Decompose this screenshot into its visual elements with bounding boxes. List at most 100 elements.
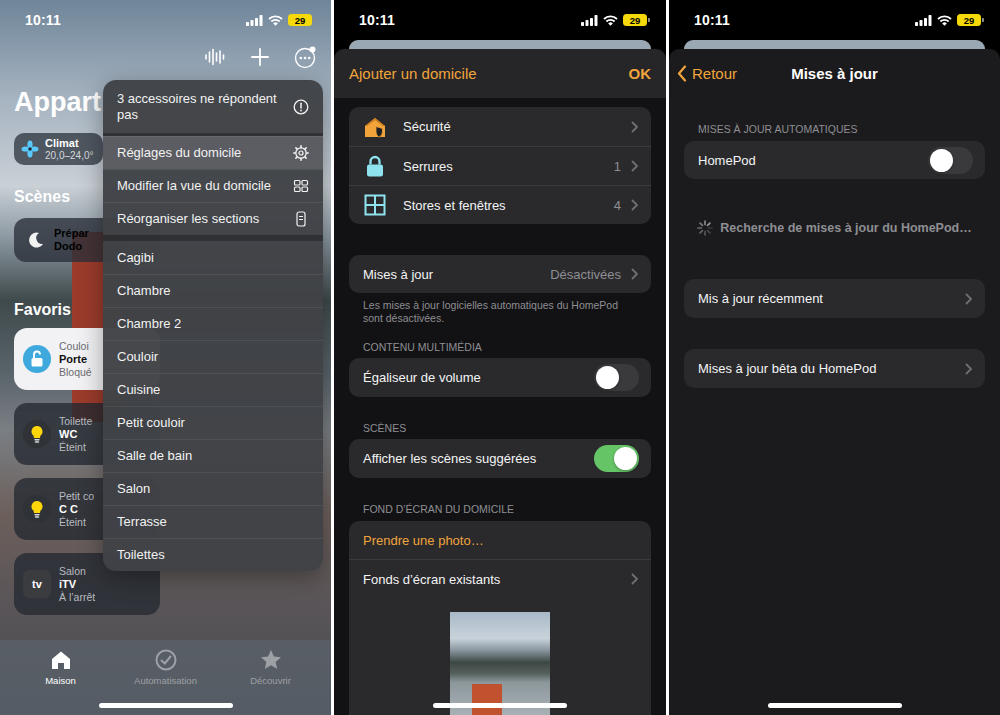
- room-menu-item[interactable]: Salle de bain: [103, 439, 323, 472]
- updates-label: Mises à jour: [363, 267, 540, 282]
- link-label: Mises à jour bêta du HomePod: [698, 361, 955, 376]
- tv-badge: tv: [32, 578, 42, 590]
- category-count: 4: [614, 198, 621, 213]
- more-icon: [294, 46, 317, 69]
- room-label: Chambre: [117, 283, 170, 299]
- category-row[interactable]: Stores et fenêtres4: [349, 185, 651, 224]
- scene-title: Prépar: [54, 227, 89, 240]
- favorite-room: Petit co: [59, 490, 94, 503]
- category-list: Sécurité Serrures1Stores et fenêtres4: [349, 107, 651, 224]
- take-photo-link: Prendre une photo…: [363, 533, 639, 548]
- home-indicator: [99, 703, 233, 708]
- room-menu-item[interactable]: Chambre 2: [103, 307, 323, 340]
- tab[interactable]: Découvrir: [221, 648, 321, 715]
- scene-subtitle: Dodo: [54, 240, 89, 253]
- tv-icon: tv: [23, 570, 51, 598]
- room-menu-item[interactable]: Salon: [103, 472, 323, 505]
- favorite-status: À l’arrêt: [59, 591, 95, 604]
- battery-level: 29: [288, 14, 312, 26]
- chevron-icon: [631, 573, 639, 585]
- room-label: Salle de bain: [117, 448, 192, 464]
- status-time: 10:11: [25, 12, 61, 28]
- climate-chip[interactable]: Climat20,0–24,0°: [14, 133, 103, 165]
- link-row[interactable]: Mis à jour récemment: [684, 279, 985, 318]
- menu-item-label: Réglages du domicile: [117, 145, 241, 161]
- favorite-room: Toilette: [59, 415, 92, 428]
- existing-wallpapers-row[interactable]: Fonds d’écran existants: [349, 559, 651, 598]
- room-label: Cagibi: [117, 250, 154, 266]
- grid-icon: [293, 178, 309, 194]
- toggle-row: HomePod: [684, 141, 985, 179]
- section-header: CONTENU MULTIMÉDIA: [349, 341, 651, 353]
- favorite-status: Éteint: [59, 516, 94, 529]
- category-row[interactable]: Serrures1: [349, 146, 651, 185]
- category-label: Sécurité: [403, 119, 621, 134]
- status-time: 10:11: [694, 12, 730, 28]
- bulb-icon: [23, 420, 51, 448]
- searching-label: Recherche de mises à jour du HomePod…: [720, 221, 971, 235]
- updates-note: Les mises à jour logicielles automatique…: [349, 299, 651, 324]
- updates-value: Désactivées: [550, 267, 621, 282]
- menu-item-label: Réorganiser les sections: [117, 211, 259, 227]
- home-indicator: [768, 703, 902, 708]
- room-label: Salon: [117, 481, 150, 497]
- home-menu: 3 accessoires ne répondent pas Réglages d…: [103, 80, 323, 571]
- spinner-icon: [697, 220, 713, 236]
- room-label: Terrasse: [117, 514, 167, 530]
- toggle-switch[interactable]: [594, 364, 639, 391]
- room-label: Cuisine: [117, 382, 160, 398]
- favorite-name: iTV: [59, 578, 95, 591]
- room-label: Petit couloir: [117, 415, 185, 431]
- room-label: Toilettes: [117, 547, 165, 563]
- wifi-icon: [603, 15, 618, 26]
- chevron-icon: [965, 363, 973, 375]
- room-menu-item[interactable]: Toilettes: [103, 538, 323, 571]
- signal-icon: [581, 15, 598, 26]
- menu-item-label: Modifier la vue du domicile: [117, 178, 271, 194]
- room-label: Chambre 2: [117, 316, 181, 332]
- take-photo-row[interactable]: Prendre une photo…: [349, 521, 651, 559]
- blinds-icon: [363, 193, 387, 217]
- link-row[interactable]: Mises à jour bêta du HomePod: [684, 349, 985, 388]
- tab[interactable]: Maison: [11, 648, 111, 715]
- room-menu-item[interactable]: Chambre: [103, 274, 323, 307]
- wifi-icon: [268, 15, 283, 26]
- moon-icon: [26, 230, 46, 250]
- lock-icon: [363, 154, 387, 178]
- menu-item[interactable]: Réglages du domicile: [103, 136, 323, 169]
- house-icon: [49, 648, 73, 672]
- category-row[interactable]: Sécurité: [349, 107, 651, 146]
- wallpaper-thumbnail[interactable]: [450, 612, 550, 715]
- favorite-room: Salon: [59, 565, 95, 578]
- sheet-title[interactable]: Ajouter un domicile: [349, 65, 477, 82]
- gear-icon: [293, 145, 309, 161]
- menu-item[interactable]: 3 accessoires ne répondent pas: [103, 80, 323, 133]
- status-bar: 10:11 29: [669, 0, 1000, 40]
- tab-label: Automatisation: [134, 675, 197, 686]
- clock-icon: [154, 648, 178, 672]
- climate-range: 20,0–24,0°: [45, 150, 94, 162]
- ok-button[interactable]: OK: [629, 65, 652, 82]
- room-menu-item[interactable]: Cagibi: [103, 241, 323, 274]
- battery-indicator: 29: [288, 14, 315, 26]
- toggle-switch[interactable]: [594, 445, 639, 472]
- plus-icon: [251, 48, 269, 66]
- room-menu-item[interactable]: Terrasse: [103, 505, 323, 538]
- battery-level: 29: [957, 14, 981, 26]
- section-header: MISES À JOUR AUTOMATIQUES: [684, 123, 985, 135]
- favorite-room: Couloi: [59, 340, 92, 353]
- toggle-switch[interactable]: [928, 147, 973, 174]
- menu-item[interactable]: Réorganiser les sections: [103, 202, 323, 235]
- toggle-row: Afficher les scènes suggérées: [349, 439, 651, 478]
- back-button[interactable]: Retour: [677, 65, 791, 82]
- security-icon: [363, 115, 387, 139]
- room-menu-item[interactable]: Couloir: [103, 340, 323, 373]
- menu-item[interactable]: Modifier la vue du domicile: [103, 169, 323, 202]
- favorite-status: Bloqué: [59, 366, 92, 379]
- updates-row[interactable]: Mises à jour Désactivées: [349, 255, 651, 293]
- searching-status: Recherche de mises à jour du HomePod…: [684, 217, 985, 239]
- room-menu-item[interactable]: Petit couloir: [103, 406, 323, 439]
- home-indicator: [433, 703, 567, 708]
- room-menu-item[interactable]: Cuisine: [103, 373, 323, 406]
- chevron-icon: [631, 268, 639, 280]
